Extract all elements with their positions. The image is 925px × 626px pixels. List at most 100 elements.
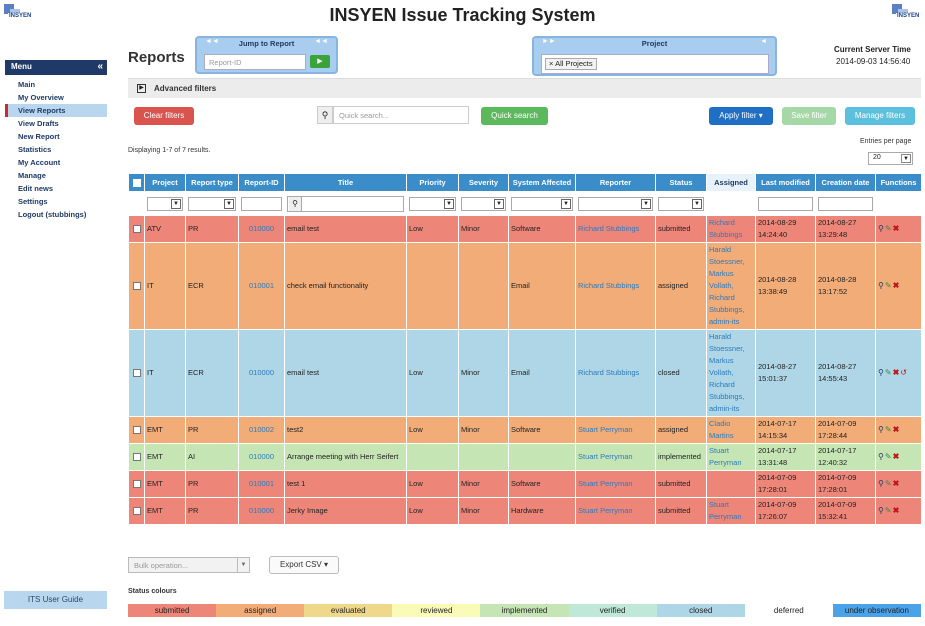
assigned-line[interactable]: Markus [709, 355, 753, 367]
reporter-link[interactable]: Richard Stubbings [575, 329, 656, 417]
assigned-line[interactable]: Vollath, [709, 280, 753, 292]
edit-icon[interactable]: ✎ [885, 368, 892, 377]
project-select[interactable]: × All Projects [541, 54, 769, 74]
sidebar-item-new-report[interactable]: New Report [5, 130, 107, 143]
collapse-icon[interactable]: « [97, 61, 103, 72]
column-header-system-affected[interactable]: System Affected [508, 173, 576, 192]
sidebar-item-edit-news[interactable]: Edit news [5, 182, 107, 195]
row-checkbox[interactable] [132, 369, 141, 378]
undo-icon[interactable]: ↺ [900, 368, 907, 377]
advanced-filters-bar[interactable]: ▶ Advanced filters [128, 78, 921, 98]
quick-search-input[interactable]: Quick search... [333, 106, 469, 124]
delete-icon[interactable]: ✖ [893, 368, 900, 377]
system-filter[interactable]: ▼ [511, 196, 573, 211]
assigned-line[interactable]: Stubbings [709, 229, 753, 241]
delete-icon[interactable]: ✖ [893, 281, 900, 290]
view-icon[interactable]: ⚲ [878, 224, 884, 233]
entries-per-page-select[interactable]: 20 ▼ [868, 152, 913, 165]
assigned-line[interactable]: Vollath, [709, 367, 753, 379]
column-header-functions[interactable]: Functions [875, 173, 922, 192]
sidebar-item-my-overview[interactable]: My Overview [5, 91, 107, 104]
assigned-line[interactable]: Richard [709, 217, 753, 229]
view-icon[interactable]: ⚲ [878, 281, 884, 290]
assigned-line[interactable]: Stoessner, [709, 343, 753, 355]
column-header-status[interactable]: Status [655, 173, 707, 192]
reporter-link[interactable]: Stuart Perryman [575, 470, 656, 498]
column-header-last-modified[interactable]: Last modified [755, 173, 816, 192]
assigned-line[interactable]: Stuart [709, 499, 753, 511]
table-row[interactable]: EMT PR 010000 Jerky Image Low Minor Hardware St… [128, 497, 922, 525]
row-checkbox[interactable] [132, 282, 141, 291]
view-icon[interactable]: ⚲ [878, 479, 884, 488]
creation-date-filter[interactable] [818, 196, 873, 211]
assigned-line[interactable]: Perryman [709, 511, 753, 523]
column-header-creation-date[interactable]: Creation date [815, 173, 876, 192]
reporter-link[interactable]: Richard Stubbings [575, 215, 656, 243]
table-row[interactable]: IT ECR 010000 email test Low Minor Email Richar… [128, 329, 922, 417]
report-id-link[interactable]: 010000 [238, 497, 285, 525]
assigned-line[interactable]: admin-its [709, 403, 753, 415]
edit-icon[interactable]: ✎ [885, 425, 892, 434]
column-header-priority[interactable]: Priority [406, 173, 459, 192]
delete-icon[interactable]: ✖ [893, 506, 900, 515]
assigned-line[interactable]: Cladio [709, 418, 753, 430]
priority-filter[interactable]: ▼ [409, 196, 456, 211]
assigned-line[interactable]: Stubbings, [709, 304, 753, 316]
table-row[interactable]: EMT PR 010002 test2 Low Minor Software Stuart P… [128, 416, 922, 444]
assigned-line[interactable]: Harald [709, 331, 753, 343]
assigned-line[interactable]: admin-its [709, 316, 753, 328]
assigned-line[interactable]: Stubbings, [709, 391, 753, 403]
save-filter-button[interactable]: Save filter [782, 107, 836, 125]
last-modified-filter[interactable] [758, 196, 813, 211]
column-header-report-id[interactable]: Report-ID [238, 173, 285, 192]
sidebar-item-manage[interactable]: Manage [5, 169, 107, 182]
sidebar-item-settings[interactable]: Settings [5, 195, 107, 208]
column-header-severity[interactable]: Severity [458, 173, 509, 192]
table-row[interactable]: IT ECR 010001 check email functionality Emai… [128, 242, 922, 330]
report-id-link[interactable]: 010002 [238, 416, 285, 444]
report-id-link[interactable]: 010000 [238, 329, 285, 417]
project-tag[interactable]: × All Projects [545, 58, 597, 70]
report-id-link[interactable]: 010001 [238, 242, 285, 330]
sidebar-item-view-reports[interactable]: View Reports [5, 104, 107, 117]
status-filter[interactable]: ▼ [658, 196, 704, 211]
clear-filters-button[interactable]: Clear filters [134, 107, 194, 125]
manage-filters-button[interactable]: Manage filters [845, 107, 915, 125]
row-checkbox[interactable] [132, 225, 141, 234]
sidebar-item-my-account[interactable]: My Account [5, 156, 107, 169]
search-icon[interactable]: ⚲ [317, 106, 333, 124]
assigned-line[interactable]: Perryman [709, 457, 753, 469]
report-id-input[interactable]: Report-ID [204, 54, 306, 70]
bulk-operation-select[interactable]: Bulk operation... ▼ [128, 557, 250, 573]
sidebar-item-logout-stubbings[interactable]: Logout (stubbings) [5, 208, 107, 221]
assigned-line[interactable]: Richard [709, 379, 753, 391]
export-csv-button[interactable]: Export CSV ▾ [269, 556, 339, 574]
severity-filter[interactable]: ▼ [461, 196, 506, 211]
view-icon[interactable]: ⚲ [878, 506, 884, 515]
row-checkbox[interactable] [132, 480, 141, 489]
user-guide-button[interactable]: ITS User Guide [4, 591, 107, 609]
row-checkbox[interactable] [132, 453, 141, 462]
table-row[interactable]: ATV PR 010000 email test Low Minor Software Ric… [128, 215, 922, 243]
edit-icon[interactable]: ✎ [885, 479, 892, 488]
table-row[interactable]: EMT PR 010001 test 1 Low Minor Software Stuart … [128, 470, 922, 498]
report-id-link[interactable]: 010000 [238, 215, 285, 243]
reporter-link[interactable]: Stuart Perryman [575, 443, 656, 471]
assigned-line[interactable]: Markus [709, 268, 753, 280]
delete-icon[interactable]: ✖ [893, 479, 900, 488]
sidebar-item-statistics[interactable]: Statistics [5, 143, 107, 156]
sidebar-item-main[interactable]: Main [5, 78, 107, 91]
title-filter[interactable]: ⚲ [287, 195, 404, 212]
edit-icon[interactable]: ✎ [885, 452, 892, 461]
assigned-line[interactable]: Stoessner, [709, 256, 753, 268]
row-checkbox[interactable] [132, 507, 141, 516]
view-icon[interactable]: ⚲ [878, 368, 884, 377]
report-type-filter[interactable]: ▼ [188, 196, 236, 211]
reporter-filter[interactable]: ▼ [578, 196, 653, 211]
row-checkbox[interactable] [132, 426, 141, 435]
jump-go-button[interactable]: ▶ [310, 55, 330, 68]
assigned-line[interactable]: Martins [709, 430, 753, 442]
reporter-link[interactable]: Stuart Perryman [575, 416, 656, 444]
report-id-filter[interactable] [241, 196, 282, 211]
reporter-link[interactable]: Richard Stubbings [575, 242, 656, 330]
